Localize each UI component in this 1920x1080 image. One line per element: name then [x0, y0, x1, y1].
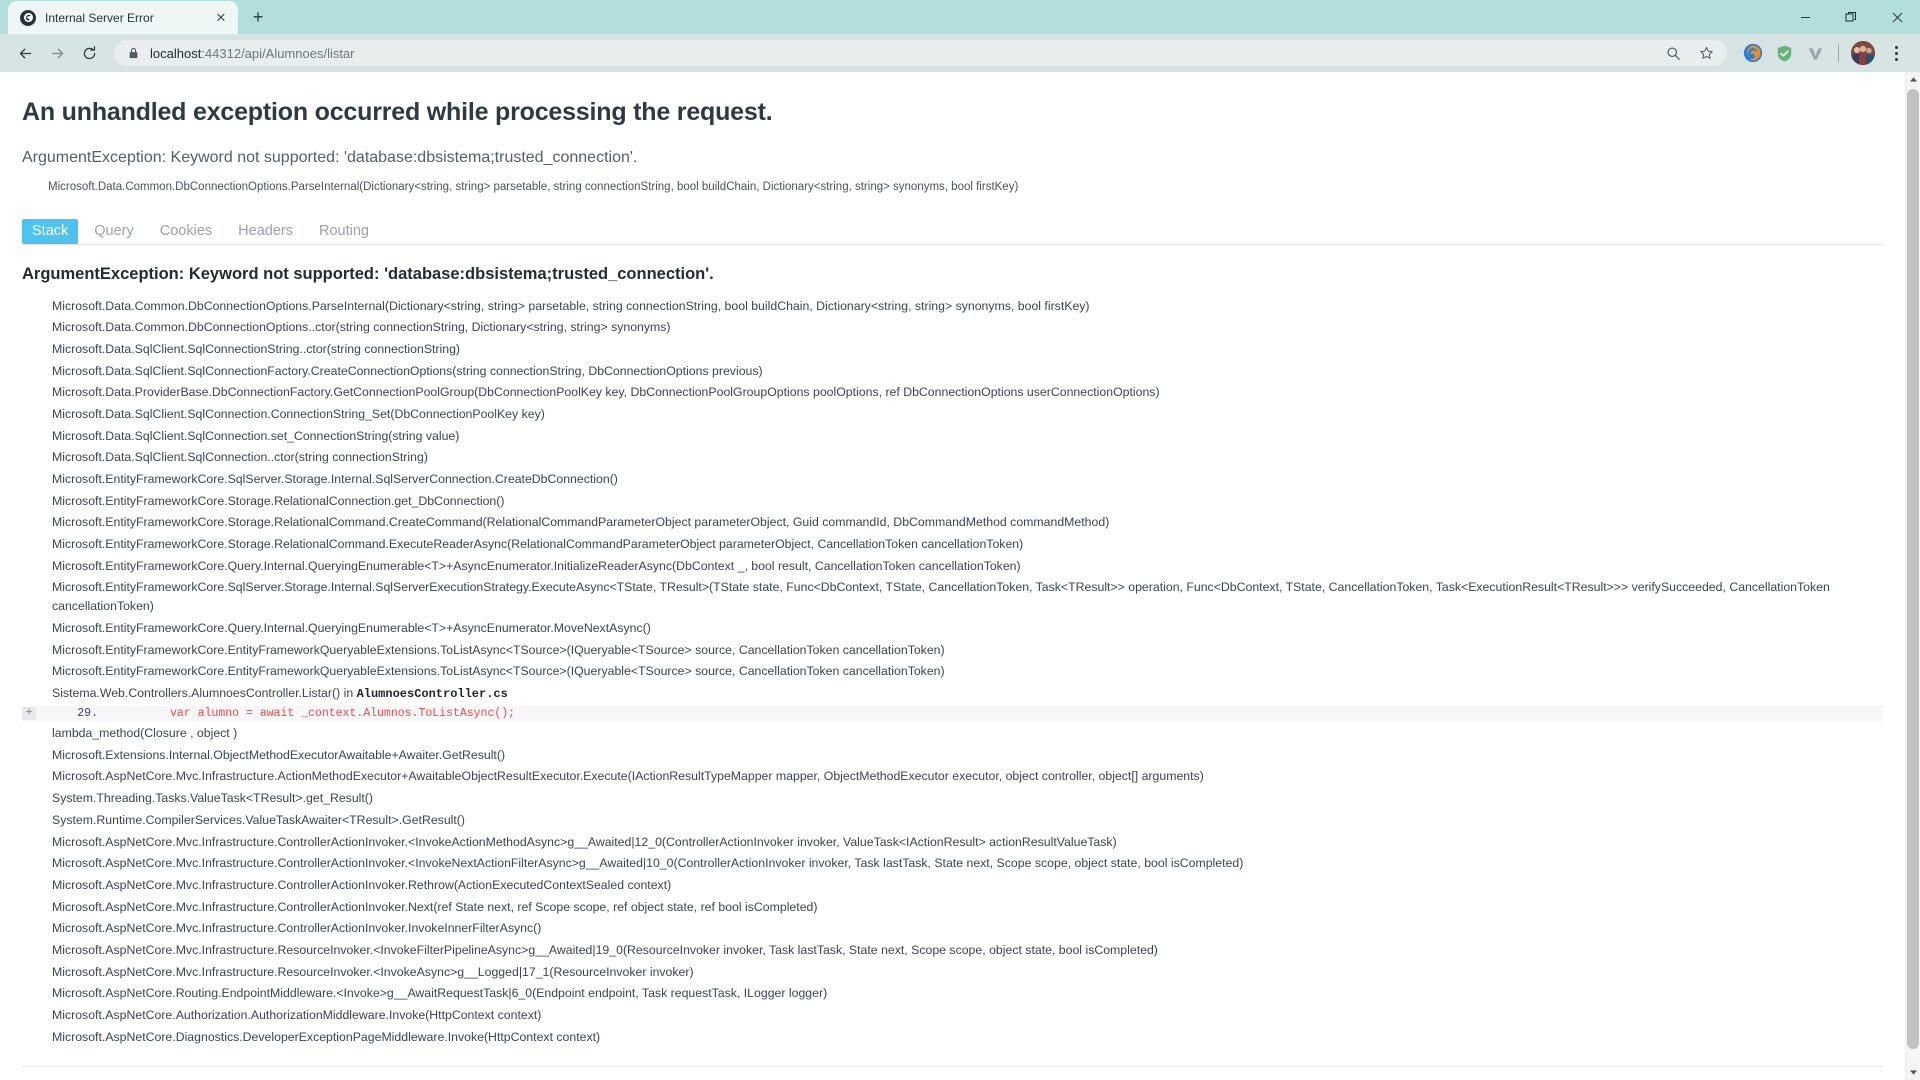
- globe-swirl-icon: [20, 9, 36, 26]
- scrollbar-track[interactable]: [1906, 87, 1920, 1065]
- source-line-number: 29.: [77, 706, 98, 720]
- stack-frame: System.Threading.Tasks.ValueTask<TResult…: [52, 791, 373, 806]
- stack-frame: Microsoft.Data.Common.DbConnectionOption…: [52, 298, 1090, 313]
- stack-frame: Microsoft.EntityFrameworkCore.Query.Inte…: [52, 558, 1021, 573]
- page-scrollbar[interactable]: [1905, 72, 1920, 1080]
- stack-frame: Microsoft.AspNetCore.Routing.EndpointMid…: [52, 986, 828, 1001]
- tab-routing[interactable]: Routing: [309, 219, 379, 245]
- tab-query[interactable]: Query: [84, 219, 144, 245]
- stack-frame: Microsoft.EntityFrameworkCore.SqlServer.…: [52, 580, 1830, 614]
- stack-frame: Microsoft.AspNetCore.Mvc.Infrastructure.…: [52, 834, 1117, 849]
- stack-frame: Microsoft.AspNetCore.Mvc.Infrastructure.…: [52, 877, 672, 892]
- stack-frame: Microsoft.AspNetCore.Diagnostics.Develop…: [52, 1029, 601, 1044]
- extension-v-icon[interactable]: [1802, 40, 1828, 66]
- stack-frame: Microsoft.AspNetCore.Authorization.Autho…: [52, 1008, 542, 1023]
- tab-cookies[interactable]: Cookies: [150, 219, 222, 245]
- stack-frame: Microsoft.Data.SqlClient.SqlConnectionSt…: [52, 341, 461, 356]
- footer-divider: [22, 1065, 1883, 1067]
- tab-stack[interactable]: Stack: [22, 218, 79, 244]
- scroll-down-arrow-icon[interactable]: [1906, 1065, 1920, 1080]
- stack-frame: Microsoft.AspNetCore.Mvc.Infrastructure.…: [52, 921, 542, 936]
- exception-title: ArgumentException: Keyword not supported…: [22, 265, 714, 283]
- three-dot-menu-icon[interactable]: [1882, 39, 1910, 67]
- stack-frame: Microsoft.Data.ProviderBase.DbConnection…: [52, 385, 1160, 400]
- stack-frame: Microsoft.Data.SqlClient.SqlConnection.s…: [52, 428, 460, 443]
- lock-icon: [128, 47, 139, 59]
- stack-frame: Microsoft.AspNetCore.Mvc.Infrastructure.…: [52, 942, 1158, 957]
- restore-icon[interactable]: [1828, 0, 1874, 34]
- star-icon[interactable]: [1695, 42, 1717, 64]
- tab-title: Internal Server Error: [45, 10, 154, 25]
- arrow-forward-icon[interactable]: [42, 38, 72, 68]
- stack-trace-list: Microsoft.Data.Common.DbConnectionOption…: [22, 295, 1883, 1048]
- stack-frame: lambda_method(Closure , object ): [52, 726, 238, 741]
- expand-plus-icon[interactable]: +: [22, 706, 36, 720]
- scrollbar-thumb[interactable]: [1907, 89, 1919, 1049]
- window-close-icon[interactable]: [1874, 0, 1920, 34]
- source-code-row[interactable]: +29. var alumno = await _context.Alumnos.…: [22, 705, 1883, 722]
- toolbar-divider: [1838, 44, 1839, 62]
- exception-page: An unhandled exception occurred while pr…: [0, 72, 1905, 1080]
- detail-tabs: Stack Query Cookies Headers Routing: [22, 213, 1883, 245]
- stack-frame: Microsoft.Data.SqlClient.SqlConnection..…: [52, 450, 428, 465]
- source-frame-filename: AlumnoesController.cs: [356, 686, 508, 701]
- stack-frame: Microsoft.EntityFrameworkCore.SqlServer.…: [52, 472, 618, 486]
- stack-frame: Microsoft.EntityFrameworkCore.EntityFram…: [52, 664, 945, 679]
- url-path: :44312/api/Alumnoes/listar: [201, 45, 355, 61]
- extension-firefox-icon[interactable]: [1740, 40, 1766, 66]
- origin-frame: Microsoft.Data.Common.DbConnectionOption…: [48, 181, 1019, 193]
- browser-toolbar: localhost:44312/api/Alumnoes/listar: [0, 34, 1920, 72]
- tab-headers[interactable]: Headers: [228, 219, 303, 245]
- page-title: An unhandled exception occurred while pr…: [22, 98, 773, 126]
- stack-frame: Microsoft.EntityFrameworkCore.Query.Inte…: [52, 620, 651, 635]
- search-icon[interactable]: [1662, 42, 1684, 64]
- stack-frame: Microsoft.AspNetCore.Mvc.Infrastructure.…: [52, 856, 1244, 871]
- address-bar[interactable]: localhost:44312/api/Alumnoes/listar: [114, 40, 1727, 66]
- browser-tab[interactable]: Internal Server Error ✕: [8, 1, 238, 34]
- stack-frame: Microsoft.AspNetCore.Mvc.Infrastructure.…: [52, 899, 818, 914]
- source-frame-method: Sistema.Web.Controllers.AlumnoesControll…: [52, 685, 357, 700]
- stack-frame: Microsoft.Extensions.Internal.ObjectMeth…: [52, 747, 506, 762]
- stack-frame: Microsoft.EntityFrameworkCore.EntityFram…: [52, 642, 945, 657]
- stack-frame: Microsoft.AspNetCore.Mvc.Infrastructure.…: [52, 769, 1204, 784]
- stack-frame: Microsoft.Data.SqlClient.SqlConnection.C…: [52, 406, 545, 421]
- exception-summary: ArgumentException: Keyword not supported…: [22, 149, 638, 166]
- avatar[interactable]: [1851, 41, 1875, 65]
- new-tab-button[interactable]: +: [244, 3, 272, 31]
- stack-frame: Microsoft.Data.SqlClient.SqlConnectionFa…: [52, 363, 763, 378]
- stack-frame-source: Sistema.Web.Controllers.AlumnoesControll…: [22, 682, 1883, 704]
- stack-frame: Microsoft.Data.Common.DbConnectionOption…: [52, 320, 671, 335]
- tab-strip: Internal Server Error ✕ +: [0, 0, 1920, 34]
- page-viewport: An unhandled exception occurred while pr…: [0, 72, 1920, 1080]
- stack-frame: System.Runtime.CompilerServices.ValueTas…: [52, 812, 466, 827]
- window-controls: [1782, 0, 1920, 34]
- url-host: localhost: [150, 45, 202, 61]
- url-text[interactable]: localhost:44312/api/Alumnoes/listar: [150, 46, 1651, 61]
- stack-frame: Microsoft.AspNetCore.Mvc.Infrastructure.…: [52, 964, 694, 979]
- close-icon[interactable]: ✕: [212, 9, 230, 27]
- stack-frame: Microsoft.EntityFrameworkCore.Storage.Re…: [52, 515, 1110, 530]
- reload-icon[interactable]: [74, 38, 104, 68]
- browser-window: Internal Server Error ✕ + localhost:4431…: [0, 0, 1920, 1080]
- source-code-text: var alumno = await _context.Alumnos.ToLi…: [170, 706, 516, 720]
- extension-adguard-shield-icon[interactable]: [1771, 40, 1797, 66]
- minimize-icon[interactable]: [1782, 0, 1828, 34]
- stack-frame: Microsoft.EntityFrameworkCore.Storage.Re…: [52, 537, 1024, 552]
- scroll-up-arrow-icon[interactable]: [1906, 72, 1920, 87]
- stack-frame: Microsoft.EntityFrameworkCore.Storage.Re…: [52, 493, 505, 508]
- arrow-back-icon[interactable]: [10, 38, 40, 68]
